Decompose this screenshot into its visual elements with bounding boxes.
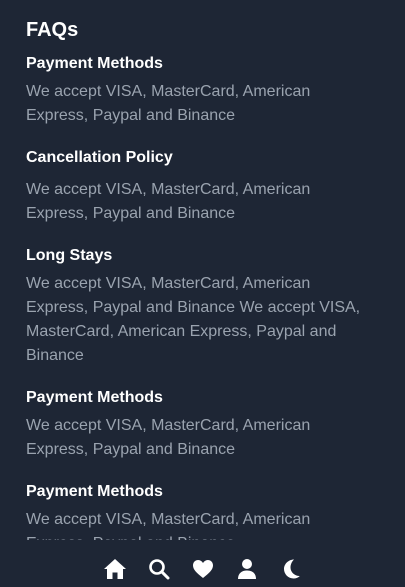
home-button[interactable] xyxy=(103,557,127,581)
faq-item: Payment Methods We accept VISA, MasterCa… xyxy=(26,54,386,128)
faq-question: Long Stays xyxy=(26,247,113,264)
faq-item: Payment Methods We accept VISA, MasterCa… xyxy=(26,388,386,462)
faq-question: Cancellation Policy xyxy=(26,149,173,166)
favorites-button[interactable] xyxy=(192,557,214,581)
faq-answer: We accept VISA, MasterCard, American Exp… xyxy=(26,417,311,458)
faq-answer: We accept VISA, MasterCard, American Exp… xyxy=(26,181,311,222)
faq-question: Payment Methods xyxy=(26,55,163,72)
home-icon xyxy=(103,558,127,580)
faq-item: Long Stays We accept VISA, MasterCard, A… xyxy=(26,246,386,368)
profile-button[interactable] xyxy=(236,557,258,581)
theme-toggle-button[interactable] xyxy=(280,557,302,581)
faq-content: FAQs Payment Methods We accept VISA, Mas… xyxy=(26,16,386,576)
moon-icon xyxy=(281,558,301,580)
bottom-tab-bar xyxy=(0,550,405,587)
faq-question: Payment Methods xyxy=(26,483,163,500)
faq-screen: FAQs Payment Methods We accept VISA, Mas… xyxy=(0,0,405,587)
page-title: FAQs xyxy=(26,19,79,41)
faq-answer: We accept VISA, MasterCard, American Exp… xyxy=(26,83,311,124)
search-icon xyxy=(148,558,170,580)
faq-answer: We accept VISA, MasterCard, American Exp… xyxy=(26,275,361,364)
faq-item: Cancellation Policy We accept VISA, Mast… xyxy=(26,148,386,226)
faq-question: Payment Methods xyxy=(26,389,163,406)
heart-icon xyxy=(192,559,214,579)
search-button[interactable] xyxy=(148,557,170,581)
user-icon xyxy=(237,558,257,580)
